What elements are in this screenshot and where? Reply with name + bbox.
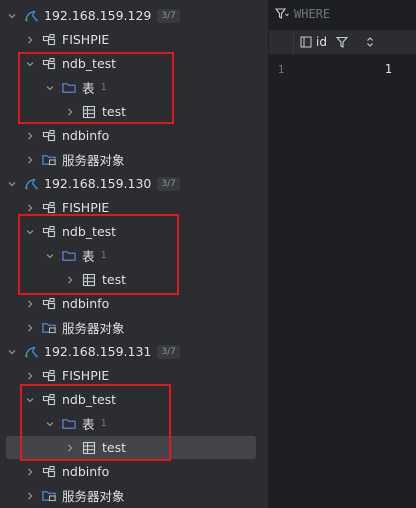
filter-icon bbox=[275, 8, 289, 20]
chevron-right-icon[interactable] bbox=[24, 466, 36, 478]
server-objects-node[interactable]: 服务器对象 bbox=[24, 316, 258, 339]
chevron-right-icon[interactable] bbox=[24, 130, 36, 142]
chevron-right-icon[interactable] bbox=[24, 322, 36, 334]
column-label: id bbox=[316, 35, 327, 49]
db-count-badge: 3/7 bbox=[157, 344, 180, 359]
db-count-badge: 3/7 bbox=[157, 8, 180, 23]
server-folder-icon bbox=[42, 321, 56, 335]
highlight-box-2 bbox=[18, 214, 179, 295]
host-label: 192.168.159.131 bbox=[44, 344, 152, 359]
database-icon bbox=[42, 129, 56, 143]
sort-icon[interactable] bbox=[366, 36, 374, 48]
mysql-dolphin-icon bbox=[24, 345, 38, 359]
host-node-130[interactable]: 192.168.159.130 3/7 bbox=[6, 172, 258, 195]
chevron-right-icon[interactable] bbox=[24, 490, 36, 502]
mysql-dolphin-icon bbox=[24, 9, 38, 23]
chevron-down-icon[interactable] bbox=[6, 178, 18, 190]
chevron-right-icon[interactable] bbox=[24, 298, 36, 310]
column-key-icon bbox=[300, 36, 312, 48]
host-node-129[interactable]: 192.168.159.129 3/7 bbox=[6, 4, 258, 27]
highlight-box-1 bbox=[18, 52, 174, 124]
database-label: ndbinfo bbox=[62, 464, 110, 479]
database-label: ndbinfo bbox=[62, 128, 110, 143]
server-objects-label: 服务器对象 bbox=[62, 321, 125, 336]
database-icon bbox=[42, 201, 56, 215]
chevron-right-icon[interactable] bbox=[24, 202, 36, 214]
database-label: FISHPIE bbox=[62, 200, 110, 215]
database-node-fishpie[interactable]: FISHPIE bbox=[24, 28, 258, 51]
database-explorer-tree: 192.168.159.129 3/7 FISHPIE ndb_test 表 1… bbox=[0, 0, 268, 508]
data-grid-pane: WHERE id 1 1 bbox=[269, 0, 416, 508]
chevron-right-icon[interactable] bbox=[24, 370, 36, 382]
server-objects-node[interactable]: 服务器对象 bbox=[24, 484, 258, 507]
database-node-ndbinfo[interactable]: ndbinfo bbox=[24, 292, 258, 315]
chevron-right-icon[interactable] bbox=[24, 34, 36, 46]
server-objects-label: 服务器对象 bbox=[62, 489, 125, 504]
mysql-dolphin-icon bbox=[24, 177, 38, 191]
host-label: 192.168.159.130 bbox=[44, 176, 152, 191]
database-icon bbox=[42, 369, 56, 383]
database-node-ndbinfo[interactable]: ndbinfo bbox=[24, 124, 258, 147]
server-objects-label: 服务器对象 bbox=[62, 153, 125, 168]
chevron-right-icon[interactable] bbox=[24, 154, 36, 166]
table-row[interactable]: 1 1 bbox=[269, 57, 416, 81]
grid-header: id bbox=[269, 30, 416, 54]
server-objects-node[interactable]: 服务器对象 bbox=[24, 148, 258, 171]
database-label: FISHPIE bbox=[62, 32, 110, 47]
chevron-down-icon[interactable] bbox=[6, 10, 18, 22]
row-number: 1 bbox=[277, 62, 285, 76]
server-folder-icon bbox=[42, 153, 56, 167]
database-icon bbox=[42, 297, 56, 311]
db-count-badge: 3/7 bbox=[157, 176, 180, 191]
host-label: 192.168.159.129 bbox=[44, 8, 152, 23]
highlight-box-3 bbox=[20, 384, 171, 461]
where-input-placeholder[interactable]: WHERE bbox=[294, 7, 330, 21]
database-icon bbox=[42, 465, 56, 479]
database-label: FISHPIE bbox=[62, 368, 110, 383]
row-number-header bbox=[269, 30, 293, 54]
column-header-id[interactable]: id bbox=[293, 30, 416, 54]
where-filter[interactable]: WHERE bbox=[269, 0, 416, 28]
database-node-ndbinfo[interactable]: ndbinfo bbox=[24, 460, 258, 483]
column-filter-icon[interactable] bbox=[335, 36, 348, 48]
database-label: ndbinfo bbox=[62, 296, 110, 311]
server-folder-icon bbox=[42, 489, 56, 503]
host-node-131[interactable]: 192.168.159.131 3/7 bbox=[6, 340, 258, 363]
chevron-down-icon[interactable] bbox=[6, 346, 18, 358]
cell-id[interactable]: 1 bbox=[293, 62, 416, 76]
database-icon bbox=[42, 33, 56, 47]
